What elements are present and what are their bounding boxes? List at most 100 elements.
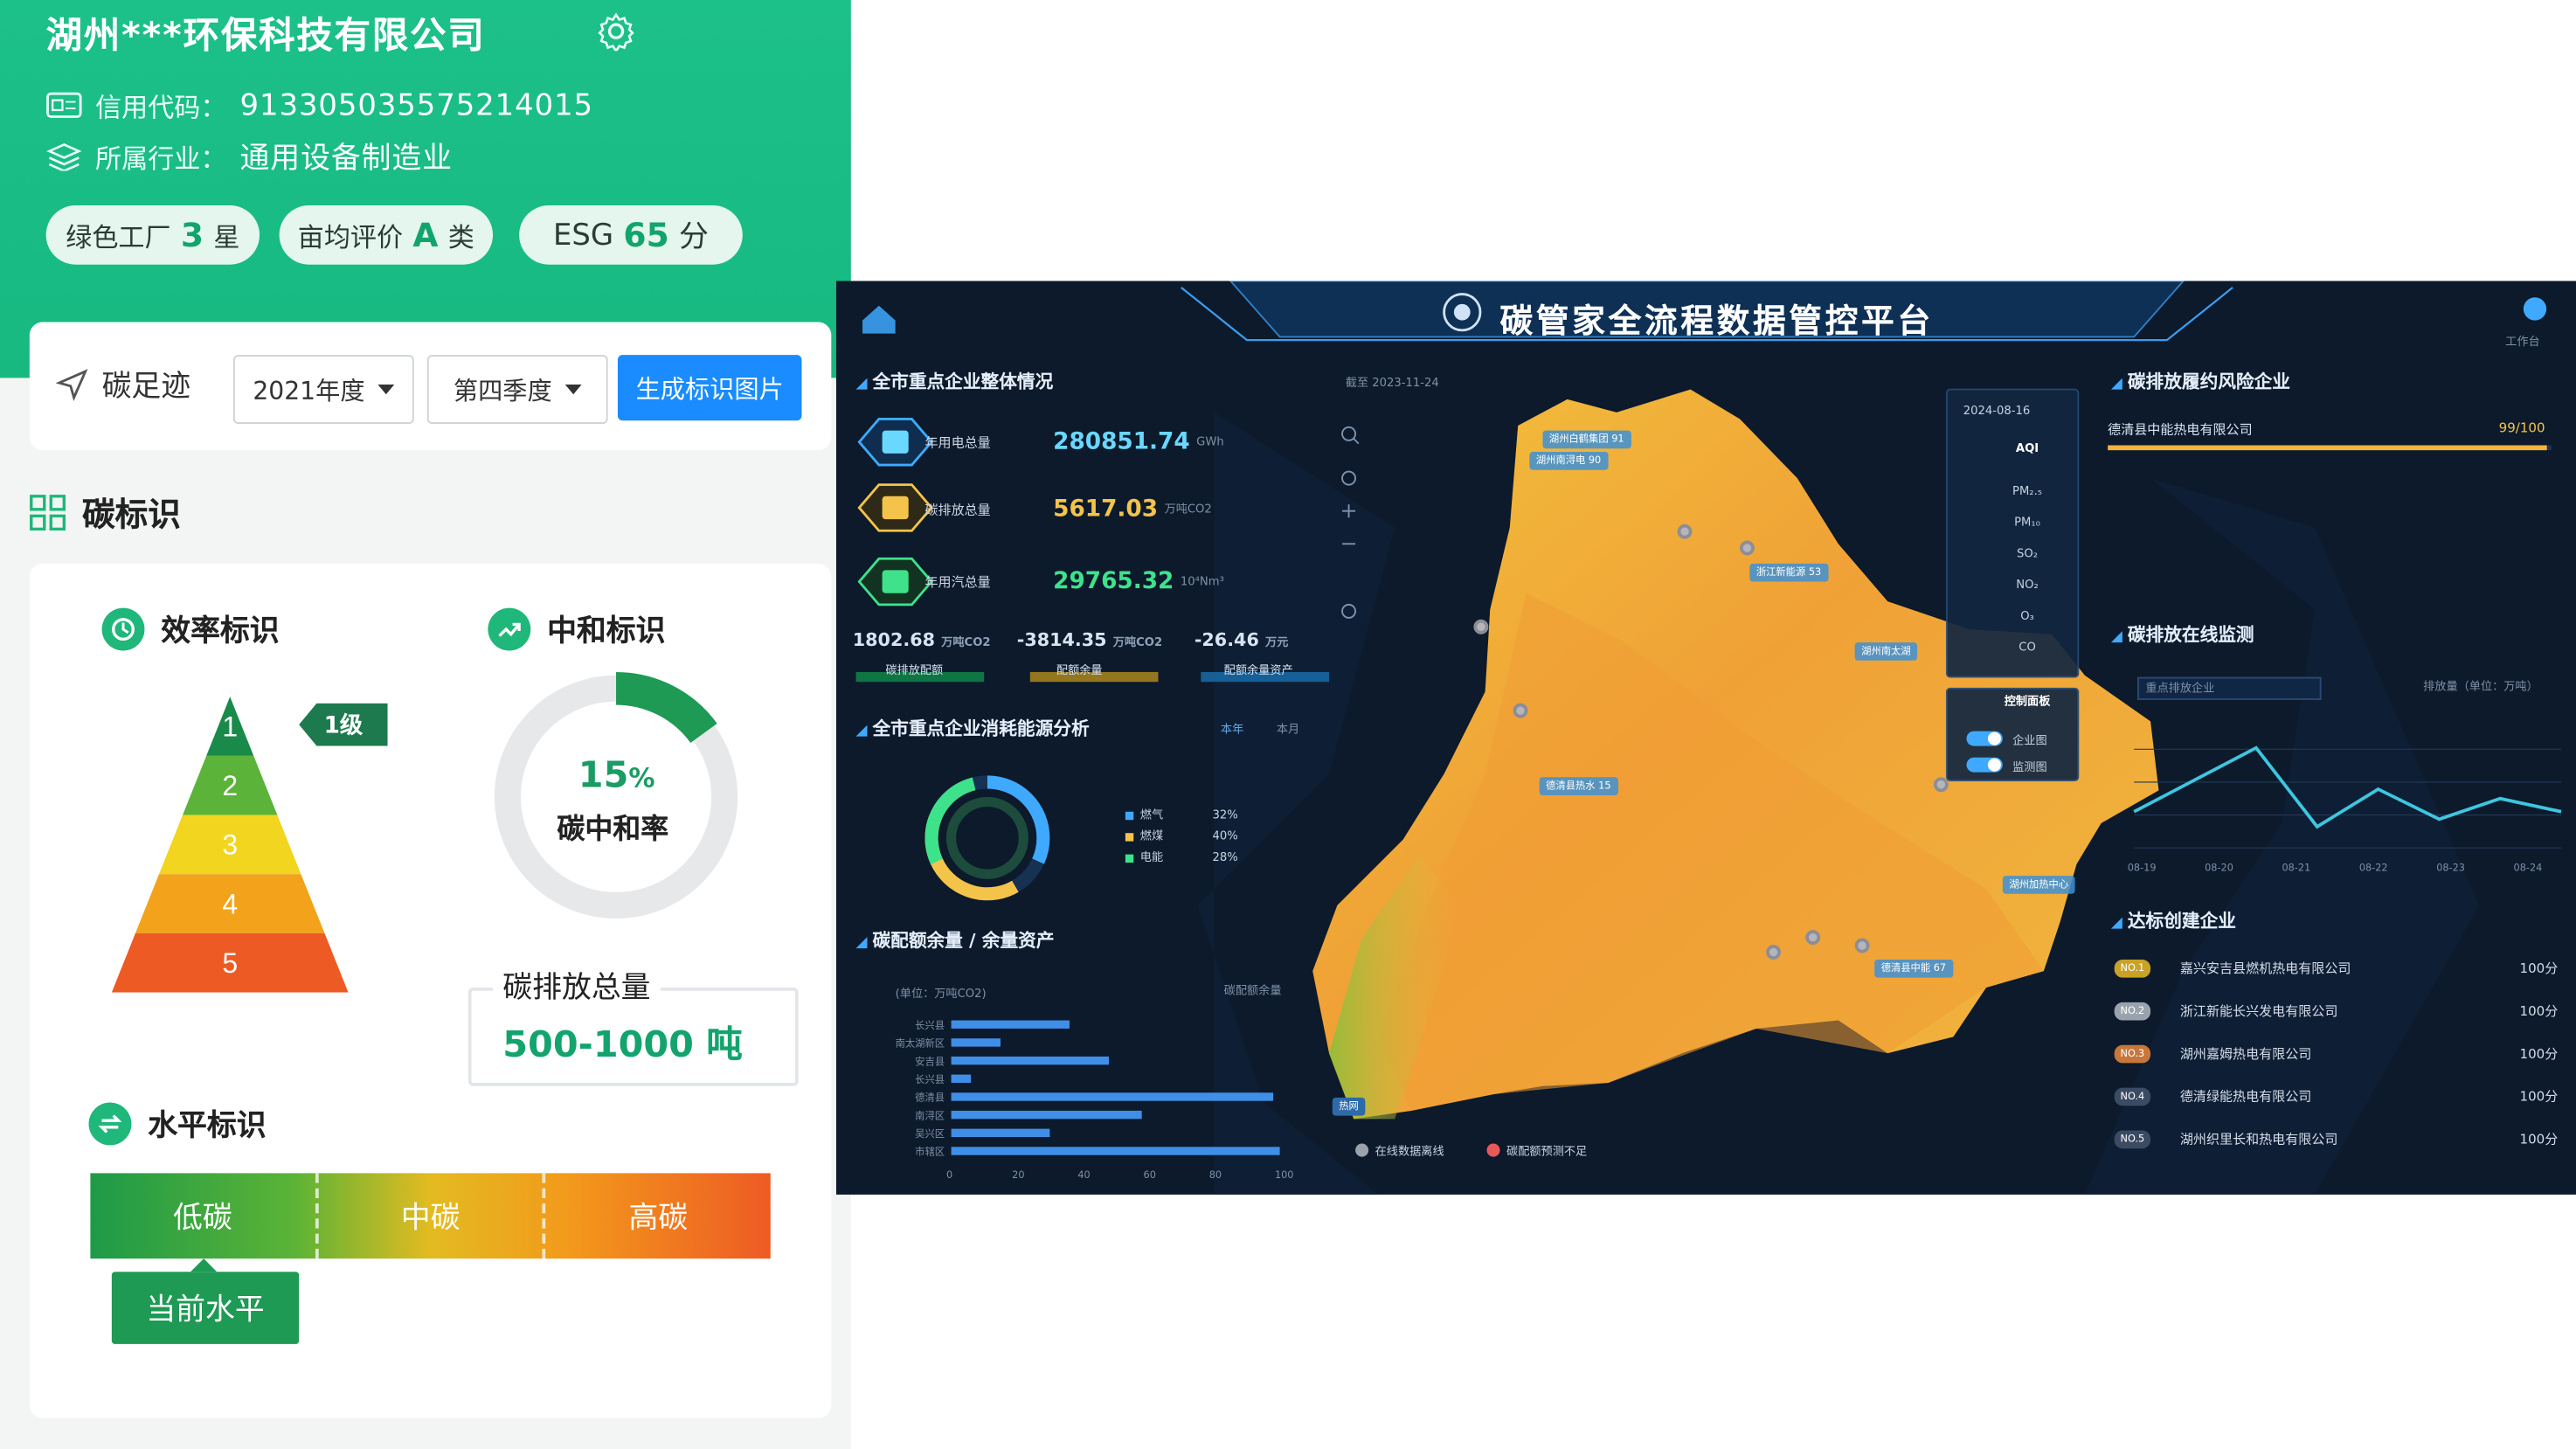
quarter-select[interactable]: 第四季度 xyxy=(426,355,608,425)
credit-code-label: 信用代码： xyxy=(95,92,227,124)
year-select[interactable]: 2021年度 xyxy=(232,355,414,425)
control-item-enterprise[interactable]: 企业图 xyxy=(2012,733,2046,750)
credit-code-row: 信用代码： 913305035575214015 xyxy=(46,86,593,125)
exchange-icon xyxy=(88,1102,132,1146)
quota-title: 碳配额余量 / 余量资产 xyxy=(856,926,1054,953)
rank-badge: NO.3 xyxy=(2114,1043,2151,1063)
standard-row[interactable]: NO.2 浙江新能长兴发电有限公司 100分 xyxy=(2114,994,2558,1027)
standard-company: 湖州嘉姆热电有限公司 xyxy=(2179,1045,2312,1061)
standard-row[interactable]: NO.5 湖州织里长和热电有限公司 100分 xyxy=(2114,1122,2558,1155)
map-pin[interactable] xyxy=(1933,777,1949,793)
kpi-label: 年用电总量 xyxy=(924,434,991,450)
tag-value: 65 xyxy=(623,215,669,255)
clock-icon xyxy=(101,607,145,651)
quota-bar xyxy=(951,1038,1001,1047)
aqi-item[interactable]: O₃ xyxy=(1986,610,2068,623)
quota-axis-tick: 40 xyxy=(1077,1169,1091,1182)
risk-score: 99/100 xyxy=(2498,420,2545,436)
map-label[interactable]: 湖州南太湖 xyxy=(1854,642,1918,661)
level-mark-title: 水平标识 xyxy=(88,1102,267,1146)
industry-row: 所属行业： 通用设备制造业 xyxy=(46,135,453,177)
risk-company: 德清县中能热电有限公司 xyxy=(2108,422,2253,438)
map-label[interactable]: 湖州白鹤集团 91 xyxy=(1542,430,1631,449)
tag-label: ESG xyxy=(553,218,614,253)
map-pin[interactable] xyxy=(1473,619,1489,634)
standard-row[interactable]: NO.4 德清绿能热电有限公司 100分 xyxy=(2114,1079,2558,1113)
rank-badge: NO.1 xyxy=(2114,959,2151,977)
kpi-value: 5617.03 xyxy=(1053,496,1159,523)
emission-label: 碳排放总量 xyxy=(493,964,661,1008)
map-pin[interactable] xyxy=(1766,945,1782,960)
aqi-item[interactable]: PM₁₀ xyxy=(1986,516,2068,529)
map-label[interactable]: 德清县热水 15 xyxy=(1539,777,1618,795)
monitor-date: 08-23 xyxy=(2436,863,2465,875)
quota-axis-tick: 20 xyxy=(1012,1169,1025,1182)
map-label[interactable]: 德清县中能 67 xyxy=(1874,959,1953,978)
map-pin[interactable] xyxy=(1513,703,1528,718)
monitor-title: 碳排放在线监测 xyxy=(2111,621,2254,648)
aqi-panel-bg xyxy=(1945,388,2080,678)
neutral-rate-unit: % xyxy=(628,762,655,794)
map-pin[interactable] xyxy=(1854,938,1870,953)
workbench-button[interactable]: 工作台 xyxy=(2505,334,2539,350)
emission-value: 500-1000 吨 xyxy=(502,1025,743,1067)
carbon-label-app: 湖州***环保科技有限公司 信用代码： 913305035575214015 所… xyxy=(0,0,851,1449)
standard-title: 达标创建企业 xyxy=(2111,907,2236,933)
aqi-item[interactable]: SO₂ xyxy=(1986,547,2068,560)
aqi-label[interactable]: AQI xyxy=(1986,442,2068,455)
map-label[interactable]: 湖州南浔电 90 xyxy=(1529,452,1608,470)
map-pin[interactable] xyxy=(1677,523,1693,539)
sub-stat-label: 配额余量资产 xyxy=(1223,663,1293,677)
industry-value: 通用设备制造业 xyxy=(239,141,453,177)
control-item-monitor[interactable]: 监测图 xyxy=(2012,759,2046,776)
efficiency-mark-title: 效率标识 xyxy=(101,607,280,651)
pyramid-level-number: 2 xyxy=(222,770,238,801)
neutral-mark-title: 中和标识 xyxy=(488,607,666,651)
grid-icon xyxy=(30,494,66,530)
monitor-date: 08-22 xyxy=(2358,863,2388,875)
aqi-item[interactable]: NO₂ xyxy=(1986,579,2068,592)
rank-badge: NO.2 xyxy=(2114,1001,2151,1020)
generate-label-image-button[interactable]: 生成标识图片 xyxy=(617,355,802,421)
standard-row[interactable]: NO.1 嘉兴安吉县燃机热电有限公司 100分 xyxy=(2114,952,2558,985)
aqi-item[interactable]: PM₂.₅ xyxy=(1986,485,2068,498)
level-low: 低碳 xyxy=(173,1201,232,1236)
energy-legend-item: 燃煤 40% xyxy=(1125,828,1257,845)
quota-category: 德清县 xyxy=(915,1092,945,1105)
credit-code-value: 913305035575214015 xyxy=(239,87,594,123)
map-label[interactable]: 湖州加热中心 xyxy=(2002,876,2075,894)
energy-tab-year[interactable]: 本年 xyxy=(1221,721,1243,738)
gear-icon[interactable] xyxy=(596,11,635,52)
energy-legend-item: 电能 28% xyxy=(1125,849,1257,866)
industry-label: 所属行业： xyxy=(95,142,227,175)
tag-label: 绿色工厂 xyxy=(66,221,171,253)
energy-legend-name: 燃煤 xyxy=(1139,829,1164,843)
per-mu-rating-tag: 亩均评价 A 类 xyxy=(279,205,494,265)
sub-stat-value: 1802.68 xyxy=(852,629,935,651)
map-pin[interactable] xyxy=(1805,930,1821,946)
map-legend-offline: 在线数据离线 xyxy=(1375,1145,1444,1159)
dashboard-title: 碳管家全流程数据管控平台 xyxy=(1499,301,1934,341)
monitor-select[interactable]: 重点排放企业 xyxy=(2137,676,2322,700)
sub-stat-label: 碳排放配额 xyxy=(885,663,944,677)
energy-legend-name: 燃气 xyxy=(1139,808,1164,822)
sub-stat-remaining: -3814.35 万吨CO2 xyxy=(1017,629,1162,650)
energy-tab-month[interactable]: 本月 xyxy=(1277,721,1299,738)
quota-axis-tick: 0 xyxy=(945,1169,953,1182)
section-label: 中和标识 xyxy=(547,614,666,649)
map-label[interactable]: 浙江新能源 53 xyxy=(1749,563,1828,582)
energy-legend-item: 燃气 32% xyxy=(1125,807,1257,823)
home-icon[interactable] xyxy=(862,304,898,340)
overview-title: 全市重点企业整体情况 xyxy=(856,368,1053,394)
aqi-item[interactable]: CO xyxy=(1986,641,2068,654)
map-pin[interactable] xyxy=(1740,540,1755,556)
monitor-date: 08-19 xyxy=(2127,863,2157,875)
risk-title: 碳排放履约风险企业 xyxy=(2111,368,2290,394)
energy-legend-pct: 32% xyxy=(1212,808,1238,822)
quota-bar xyxy=(951,1020,1070,1029)
standard-row[interactable]: NO.3 湖州嘉姆热电有限公司 100分 xyxy=(2114,1036,2558,1070)
quota-unit: (单位：万吨CO2) xyxy=(895,987,987,1001)
monitor-date: 08-21 xyxy=(2282,863,2311,875)
sub-stat-value: -3814.35 xyxy=(1016,629,1107,651)
pyramid-level-number: 4 xyxy=(222,888,238,919)
